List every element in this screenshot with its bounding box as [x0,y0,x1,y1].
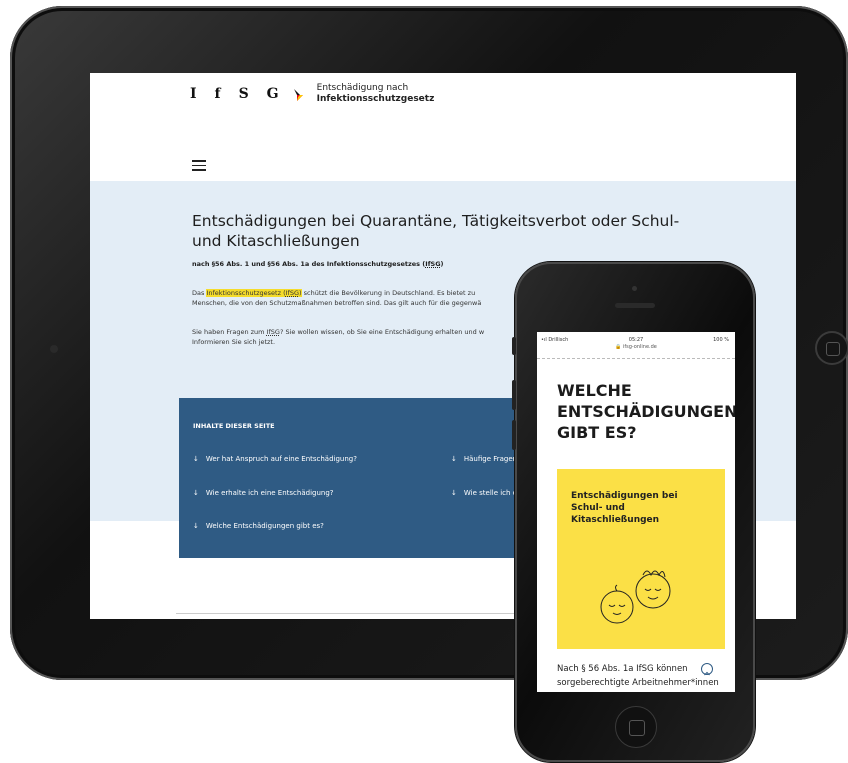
toc-item-label: Wie stelle ich de [463,489,522,497]
hamburger-menu-icon[interactable] [192,160,206,174]
phone-device: •ıl Drillisch 05:27 100 % 🔒 ifsg-online.… [512,262,755,762]
toc-item-label: Wer hat Anspruch auf eine Entschädigung? [205,455,357,463]
lock-icon: 🔒 [615,344,622,350]
toc-item-antrag[interactable]: ↓ Wie stelle ich de [451,489,521,497]
p2-mid: ? Sie wollen wissen, ob Sie eine Entschä… [279,328,485,336]
p2-abbr[interactable]: IfSG [267,328,280,336]
babies-illustration-icon [600,570,671,624]
arrow-down-icon: ↓ [451,455,457,463]
mute-switch [512,337,516,355]
volume-up-button [512,380,516,410]
toc-title: INHALTE DIESER SEITE [193,422,275,430]
p1-start: Das [192,289,207,297]
logo-line-1: Entschädigung nach [316,83,409,93]
table-of-contents: INHALTE DIESER SEITE ↓ Wer hat Anspruch a… [179,398,559,558]
ifsg-link-text: Infektionsschutzgesetz ( [206,289,286,297]
toc-item-arten[interactable]: ↓ Welche Entschädigungen gibt es? [193,522,324,530]
subtitle-end: ) [440,260,444,268]
url-bar[interactable]: 🔒 ifsg-online.de [537,344,735,350]
page-title: Entschädigungen bei Quarantäne, Tätigkei… [192,212,680,250]
toc-item-label: Wie erhalte ich eine Entschädigung? [205,489,334,497]
site-logo[interactable]: IfSG Entschädigung nach Infektionsschutz… [190,83,434,105]
status-time: 05:27 [628,337,644,343]
p2-start: Sie haben Fragen zum [192,328,267,336]
ifsg-link[interactable]: Infektionsschutzgesetz (IfSG) [206,289,302,297]
url-text: ifsg-online.de [622,344,657,350]
page-subtitle: nach §56 Abs. 1 und §56 Abs. 1a des Infe… [192,260,444,268]
toc-item-label: Häufige Fragen [463,455,518,463]
logo-line-2: Infektionsschutzgesetz [316,94,435,104]
chevron-up-icon[interactable] [701,663,713,676]
card-title: Entschädigungen bei Schul- und Kitaschli… [571,491,678,525]
dashed-divider [537,358,735,359]
p2-end: Informieren Sie sich jetzt. [192,338,276,346]
question-paragraph: Sie haben Fragen zum IfSG? Sie wollen wi… [192,327,532,347]
intro-paragraph: Das Infektionsschutzgesetz (IfSG) schütz… [192,288,532,308]
toc-item-label: Welche Entschädigungen gibt es? [205,522,324,530]
section-heading: WELCHE ENTSCHÄDIGUNGEN GIBT ES? [557,381,735,442]
phone-screen: •ıl Drillisch 05:27 100 % 🔒 ifsg-online.… [537,332,735,692]
logo-letters: IfSG [190,86,297,102]
front-camera [632,286,637,291]
volume-down-button [512,420,516,450]
toc-item-anspruch[interactable]: ↓ Wer hat Anspruch auf eine Entschädigung… [193,455,357,463]
p1-mid: schützt die Bevölkerung in Deutschland. … [301,289,476,297]
logo-flag-icon [291,87,305,101]
arrow-down-icon: ↓ [193,522,199,530]
kita-card[interactable]: Entschädigungen bei Schul- und Kitaschli… [557,469,725,649]
tablet-camera [50,345,58,353]
earpiece-speaker [615,303,655,308]
toc-item-erhalten[interactable]: ↓ Wie erhalte ich eine Entschädigung? [193,489,334,497]
phone-home-button[interactable] [615,706,657,748]
tablet-home-button[interactable] [815,331,848,365]
arrow-down-icon: ↓ [193,489,199,497]
toc-item-faq[interactable]: ↓ Häufige Fragen [451,455,517,463]
arrow-down-icon: ↓ [193,455,199,463]
ifsg-link-abbr: IfSG [285,289,299,297]
p1-end: Menschen, die von den Schutzmaßnahmen be… [192,299,482,307]
logo-text: Entschädigung nach Infektionsschutzgeset… [317,83,435,105]
subtitle-abbr[interactable]: IfSG [425,260,440,268]
arrow-down-icon: ↓ [451,489,457,497]
subtitle-text: nach §56 Abs. 1 und §56 Abs. 1a des Infe… [192,260,426,268]
battery-level: 100 % [713,337,729,343]
